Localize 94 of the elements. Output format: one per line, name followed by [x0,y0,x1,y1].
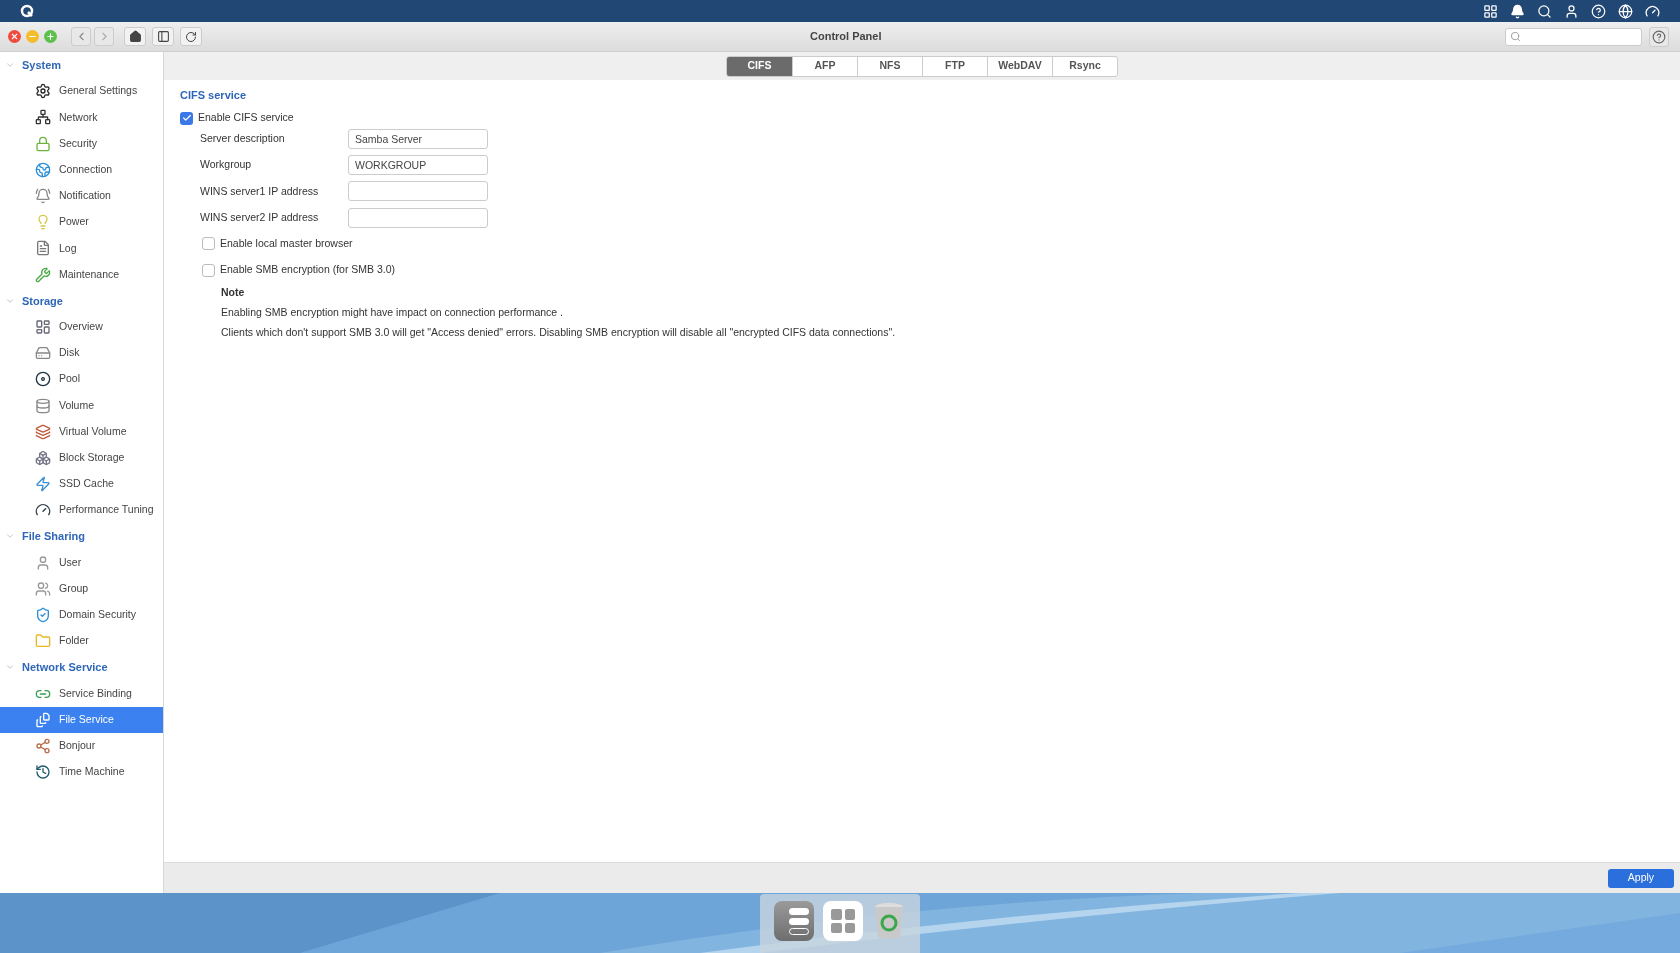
lock-icon [35,135,51,152]
text-field[interactable]: WORKGROUP [348,155,488,176]
gauge-icon[interactable] [1645,3,1660,19]
sidebar-item[interactable]: Volume [0,392,163,419]
globe-icon[interactable] [1618,3,1633,19]
home-button[interactable] [124,27,146,46]
sidebar-item[interactable]: Log [0,235,163,262]
sidebar-group-header[interactable]: Network Service [0,654,163,681]
search-icon[interactable] [1537,3,1552,19]
sidebar-item[interactable]: Folder [0,628,163,655]
sidebar-item[interactable]: Domain Security [0,601,163,629]
section-title: CIFS service [180,88,248,103]
checkbox-label: Enable SMB encryption (for SMB 3.0) [220,262,396,278]
log-icon [35,240,51,257]
clock-icon [35,764,51,781]
plus-icon [46,32,55,41]
note-text: Clients which don't support SMB 3.0 will get "Access denied" errors. Disabling SMB encryption will disable all "encrypted CIFS data connections". [221,325,897,341]
close-icon[interactable] [8,30,21,43]
refresh-icon [185,30,197,43]
help-icon [1652,29,1666,44]
search-icon [1510,31,1521,42]
help-icon[interactable] [1591,3,1606,19]
sidebar-item[interactable]: Service Binding [0,680,163,707]
field-label: WINS server2 IP address [200,209,320,225]
sidebar-item[interactable]: Network [0,104,163,131]
sidebar-item[interactable]: Performance Tuning [0,497,163,524]
control-panel-app-icon[interactable] [774,901,814,941]
tab[interactable]: NFS [857,56,922,76]
checkbox-label: Enable CIFS service [198,110,294,126]
sidebar-item[interactable]: Group [0,575,163,602]
wrench-icon [35,266,51,283]
text-field[interactable] [348,207,488,228]
folder-icon [35,633,51,650]
app-grid-icon[interactable] [823,901,863,941]
text-field[interactable] [348,181,488,202]
sidebar-group-header[interactable]: File Sharing [0,523,163,550]
sidebar-item[interactable]: Virtual Volume [0,418,163,445]
gear-icon [35,83,51,100]
checkbox[interactable] [202,263,215,277]
checkbox[interactable] [202,237,215,251]
logo-icon[interactable] [20,4,34,18]
sidebar-item[interactable]: Maintenance [0,261,163,288]
checkbox-label: Enable local master browser [220,235,353,251]
sidebar-item[interactable]: Power [0,209,163,236]
sidebar-item[interactable]: Block Storage [0,444,163,471]
field-label: WINS server1 IP address [200,183,320,199]
notification-icon[interactable] [1510,3,1525,19]
panel-toggle-button[interactable] [152,27,174,46]
layers-icon [35,423,51,440]
database-icon [35,397,51,414]
text-field[interactable]: Samba Server [348,129,488,150]
sidebar-item[interactable]: Bonjour [0,732,163,760]
sidebar-item[interactable]: Disk [0,340,163,367]
sidebar-item[interactable]: General Settings [0,78,163,105]
users-icon [35,580,51,597]
apply-button[interactable]: Apply [1608,868,1674,888]
user-icon [35,554,51,571]
sidebar-item[interactable]: Connection [0,156,163,183]
tab[interactable]: CIFS [727,56,792,76]
sidebar-item[interactable]: Notification [0,182,163,210]
checkbox[interactable] [180,111,193,125]
user-icon[interactable] [1564,3,1579,19]
close-glyph-icon [10,32,19,41]
sidebar-item[interactable]: Pool [0,366,163,393]
sidebar-item[interactable]: Security [0,130,163,157]
check-icon [181,113,192,123]
sidebar-group-header[interactable]: Storage [0,287,163,314]
tab[interactable]: WebDAV [987,56,1052,76]
lightbulb-icon [35,214,51,231]
field-label: Server description [200,131,286,147]
search-field[interactable] [1505,27,1642,46]
note-title: Note [221,285,246,301]
globe-icon [35,161,51,178]
note-text: Enabling SMB encryption might have impact on connection performance . [221,305,565,321]
sidebar-item[interactable]: User [0,549,163,576]
home-icon [128,30,142,43]
field-label: Workgroup [200,157,253,173]
panel-icon [156,30,170,43]
sidebar-item[interactable]: Time Machine [0,759,163,786]
sidebar-item[interactable]: File Service [0,706,163,733]
window-title: Control Panel [810,29,882,45]
tab[interactable]: Rsync [1052,56,1117,76]
sidebar-group-header[interactable]: System [0,52,163,79]
blocks-icon [35,449,51,466]
network-icon [35,109,51,126]
shield-icon [35,607,51,624]
sidebar-item[interactable]: Overview [0,313,163,341]
apps-icon[interactable] [1483,3,1498,19]
tab[interactable]: AFP [792,56,857,76]
bell-icon [35,188,51,205]
tab[interactable]: FTP [922,56,987,76]
sidebar-item[interactable]: SSD Cache [0,471,163,498]
help-button[interactable] [1649,26,1669,47]
refresh-button[interactable] [180,27,202,46]
